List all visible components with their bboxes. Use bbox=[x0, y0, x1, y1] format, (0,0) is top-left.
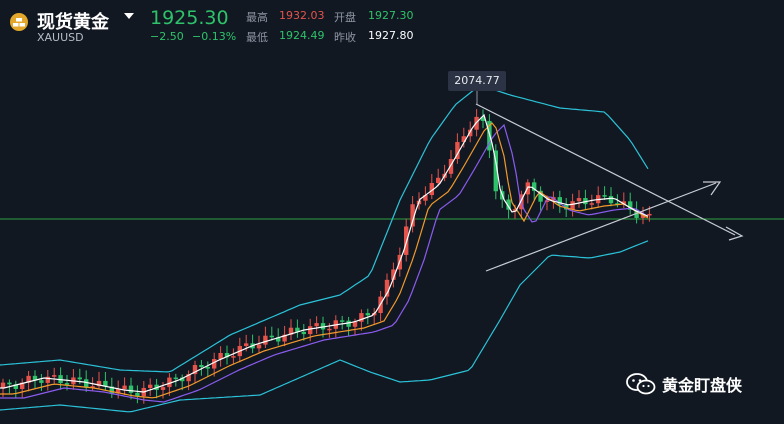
candle-body bbox=[173, 377, 178, 380]
open-label: 开盘 bbox=[334, 11, 356, 24]
candle-body bbox=[84, 379, 89, 388]
candle-body bbox=[301, 331, 306, 335]
triangle-pattern bbox=[475, 103, 744, 272]
candle-body bbox=[244, 343, 249, 346]
candle-body bbox=[77, 377, 82, 380]
low-value: 1924.49 bbox=[279, 29, 325, 42]
lower-trendline-arrowhead bbox=[703, 181, 722, 196]
watermark: 黄金盯盘侠 bbox=[626, 372, 742, 396]
symbol-code: XAUUSD bbox=[37, 31, 84, 44]
candle-body bbox=[602, 195, 607, 197]
open-value: 1927.30 bbox=[368, 9, 414, 22]
candle-body bbox=[340, 320, 345, 322]
gold-bars-icon bbox=[10, 13, 28, 31]
candle-body bbox=[39, 380, 44, 383]
upper-trendline-arrowhead bbox=[725, 226, 744, 241]
candle-body bbox=[256, 344, 262, 349]
candle-body bbox=[647, 213, 652, 216]
candle-body bbox=[576, 198, 582, 202]
candle-body bbox=[608, 196, 614, 204]
high-value: 1932.03 bbox=[279, 9, 325, 22]
ma-fast-line bbox=[0, 113, 649, 393]
gold-chart-screen: 2074.77 现货黄金 XAUUSD 1925.30 −2.50 −0.13%… bbox=[0, 0, 784, 424]
candle-body bbox=[199, 365, 204, 368]
candle-body bbox=[327, 328, 332, 331]
last-price: 1925.30 bbox=[150, 7, 229, 29]
candle-body bbox=[314, 323, 319, 327]
wechat-icon bbox=[626, 373, 656, 395]
candle-body bbox=[148, 384, 153, 388]
candle-body bbox=[263, 335, 268, 345]
candle-body bbox=[205, 367, 210, 369]
low-label: 最低 bbox=[246, 31, 268, 44]
candle-body bbox=[64, 383, 70, 385]
price-change: −2.50 bbox=[150, 30, 184, 43]
candle-body bbox=[269, 335, 274, 338]
ma-slow-line bbox=[0, 123, 649, 403]
candle-body bbox=[365, 313, 370, 316]
candle-body bbox=[0, 382, 6, 388]
candle-body bbox=[589, 203, 594, 205]
peak-price-label: 2074.77 bbox=[448, 71, 506, 91]
prev-close-value: 1927.80 bbox=[368, 29, 414, 42]
candle-body bbox=[570, 201, 575, 210]
candle-body bbox=[7, 382, 12, 385]
ma-mid-line bbox=[0, 122, 649, 399]
watermark-text: 黄金盯盘侠 bbox=[662, 376, 743, 395]
prev-close-label: 昨收 bbox=[334, 31, 356, 44]
candle-body bbox=[52, 375, 57, 377]
high-label: 最高 bbox=[246, 11, 268, 24]
candle-body bbox=[436, 177, 441, 184]
candle-body bbox=[231, 356, 236, 358]
candlesticks bbox=[0, 109, 652, 404]
price-change-percent: −0.13% bbox=[192, 30, 237, 43]
quote-header: 现货黄金 XAUUSD 1925.30 −2.50 −0.13% 最高 1932… bbox=[0, 0, 784, 50]
candle-body bbox=[128, 385, 134, 393]
candle-body bbox=[122, 385, 127, 390]
candle-body bbox=[308, 326, 313, 335]
candle-body bbox=[160, 387, 166, 390]
caret-down-icon[interactable] bbox=[124, 13, 134, 19]
price-chart[interactable] bbox=[0, 0, 784, 424]
